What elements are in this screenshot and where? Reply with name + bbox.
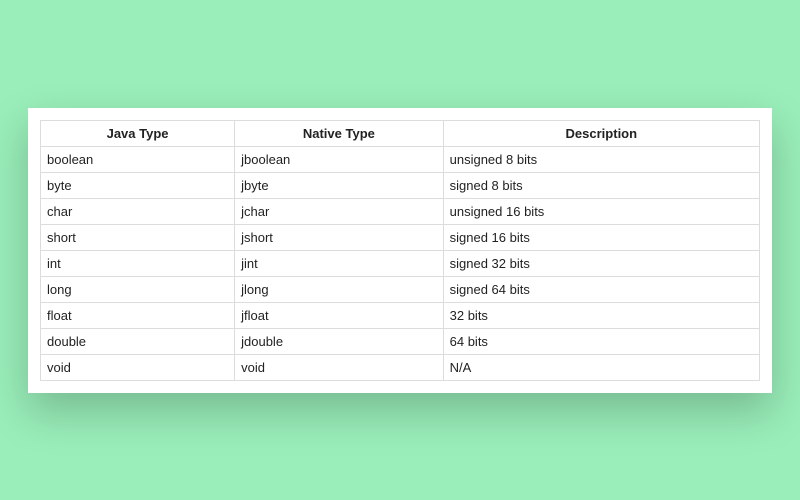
table-row: void void N/A <box>41 354 760 380</box>
cell-description: unsigned 8 bits <box>443 146 759 172</box>
cell-native-type: jbyte <box>235 172 444 198</box>
cell-native-type: jchar <box>235 198 444 224</box>
cell-java-type: long <box>41 276 235 302</box>
table-row: short jshort signed 16 bits <box>41 224 760 250</box>
table-header-row: Java Type Native Type Description <box>41 120 760 146</box>
col-header-java-type: Java Type <box>41 120 235 146</box>
type-mapping-table: Java Type Native Type Description boolea… <box>40 120 760 381</box>
table-row: long jlong signed 64 bits <box>41 276 760 302</box>
cell-description: 32 bits <box>443 302 759 328</box>
col-header-description: Description <box>443 120 759 146</box>
cell-native-type: jdouble <box>235 328 444 354</box>
cell-native-type: jlong <box>235 276 444 302</box>
cell-description: signed 16 bits <box>443 224 759 250</box>
col-header-native-type: Native Type <box>235 120 444 146</box>
cell-java-type: double <box>41 328 235 354</box>
table-row: byte jbyte signed 8 bits <box>41 172 760 198</box>
cell-java-type: int <box>41 250 235 276</box>
table-panel: Java Type Native Type Description boolea… <box>28 108 772 393</box>
cell-description: N/A <box>443 354 759 380</box>
cell-native-type: jint <box>235 250 444 276</box>
cell-java-type: boolean <box>41 146 235 172</box>
table-row: boolean jboolean unsigned 8 bits <box>41 146 760 172</box>
table-row: char jchar unsigned 16 bits <box>41 198 760 224</box>
cell-native-type: jshort <box>235 224 444 250</box>
table-row: int jint signed 32 bits <box>41 250 760 276</box>
cell-java-type: char <box>41 198 235 224</box>
cell-java-type: byte <box>41 172 235 198</box>
cell-native-type: void <box>235 354 444 380</box>
cell-description: unsigned 16 bits <box>443 198 759 224</box>
cell-java-type: void <box>41 354 235 380</box>
cell-description: signed 32 bits <box>443 250 759 276</box>
cell-description: signed 64 bits <box>443 276 759 302</box>
cell-java-type: float <box>41 302 235 328</box>
table-row: double jdouble 64 bits <box>41 328 760 354</box>
cell-description: 64 bits <box>443 328 759 354</box>
cell-native-type: jfloat <box>235 302 444 328</box>
table-row: float jfloat 32 bits <box>41 302 760 328</box>
cell-native-type: jboolean <box>235 146 444 172</box>
cell-java-type: short <box>41 224 235 250</box>
cell-description: signed 8 bits <box>443 172 759 198</box>
